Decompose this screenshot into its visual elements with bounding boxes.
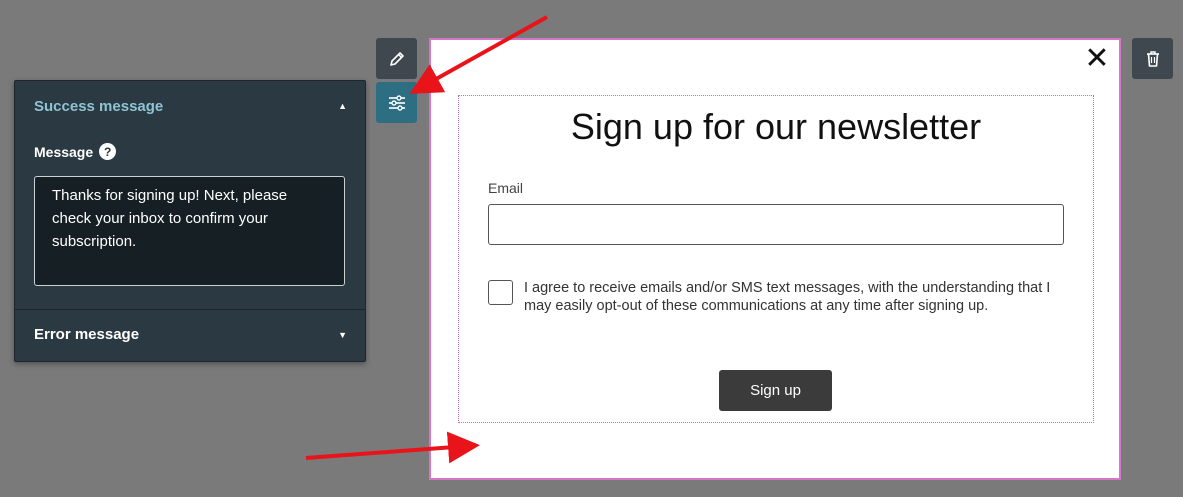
trash-icon	[1146, 50, 1159, 67]
edit-button[interactable]	[376, 38, 417, 79]
chevron-down-icon[interactable]: ▼	[338, 330, 347, 340]
pencil-icon	[389, 51, 404, 66]
help-icon[interactable]: ?	[99, 143, 117, 160]
email-label: Email	[488, 180, 524, 196]
success-message-textarea[interactable]: Thanks for signing up! Next, please chec…	[34, 176, 345, 286]
error-message-title: Error message	[34, 326, 140, 343]
message-label: Message ?	[34, 143, 117, 160]
consent-checkbox[interactable]	[488, 280, 513, 305]
message-label-text: Message	[34, 143, 94, 160]
success-message-title: Success message	[34, 97, 164, 115]
form-title: Sign up for our newsletter	[570, 106, 982, 147]
message-settings-panel: Success message ▲ Message ? Thanks for s…	[14, 80, 366, 362]
signup-button[interactable]: Sign up	[719, 370, 832, 411]
newsletter-popup: ✕ Sign up for our newsletter Email I agr…	[429, 38, 1121, 480]
consent-text: I agree to receive emails and/or SMS tex…	[524, 280, 1051, 314]
error-message-section-header[interactable]: Error message ▼	[15, 309, 365, 359]
sliders-icon	[388, 94, 405, 111]
signup-form-area: Sign up for our newsletter Email I agree…	[458, 95, 1094, 423]
chevron-up-icon[interactable]: ▲	[338, 101, 347, 111]
settings-button[interactable]	[376, 82, 417, 123]
delete-button[interactable]	[1132, 38, 1173, 79]
success-message-section-header[interactable]: Success message ▲	[15, 81, 365, 131]
email-field[interactable]	[488, 204, 1064, 245]
close-icon[interactable]: ✕	[1083, 42, 1111, 75]
